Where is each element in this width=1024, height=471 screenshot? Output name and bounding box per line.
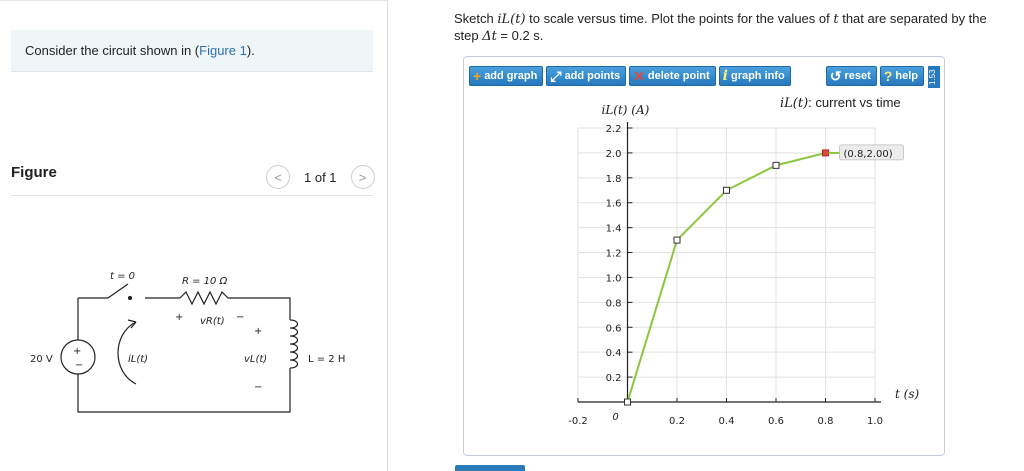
panel-divider <box>387 0 388 471</box>
selected-data-point[interactable] <box>822 149 829 157</box>
graph-info-label: graph info <box>730 70 785 82</box>
y-axis-label: iL(t) (A) <box>602 103 650 117</box>
x-tick-label: 0.4 <box>719 416 735 427</box>
current-vs-time-chart[interactable]: 0.2 0.4 0.6 0.8 1.0 1.2 1.4 1.6 1.8 2.0 2.2 -0.2 0 0.… <box>463 88 945 448</box>
data-point[interactable] <box>624 398 631 406</box>
x-tick-label: -0.2 <box>568 416 588 427</box>
add-points-icon: ⤢ <box>550 68 562 84</box>
add-points-label: add points <box>564 70 621 82</box>
info-icon: i <box>722 68 728 84</box>
intro-text: Consider the circuit shown in (Figure 1)… <box>11 30 373 72</box>
prompt-step: Δt <box>482 29 497 44</box>
figure-link[interactable]: Figure 1 <box>199 43 247 58</box>
point-label: (0.8,2.00) <box>844 149 893 160</box>
current-label: iL(t) <box>128 354 148 365</box>
source-plus: + <box>73 346 81 357</box>
y-tick-label: 0.8 <box>606 298 622 309</box>
prompt-part-1: Sketch <box>454 11 498 26</box>
switch-label: t = 0 <box>110 271 135 282</box>
chart-ticks: 0.2 0.4 0.6 0.8 1.0 1.2 1.4 1.6 1.8 2.0 2.2 -0.2 0 0.… <box>568 124 883 427</box>
chart-labels: iL(t) (A) t (s) (0.8,2.00) <box>602 103 920 401</box>
vr-plus: + <box>175 312 183 323</box>
data-point[interactable] <box>772 161 780 169</box>
figure-nav: < 1 of 1 > <box>266 165 375 189</box>
source-minus: − <box>75 360 83 371</box>
add-points-button[interactable]: ⤢ add points <box>546 66 627 86</box>
vl-label: vL(t) <box>244 354 267 365</box>
x-axis-label: t (s) <box>895 387 919 401</box>
x-tick-label: 0 <box>612 412 618 423</box>
help-icon: ? <box>883 68 893 84</box>
left-panel: Consider the circuit shown in (Figure 1)… <box>0 0 387 471</box>
reset-icon: ↺ <box>829 68 842 84</box>
y-tick-label: 1.8 <box>606 174 622 185</box>
circuit-diagram: t = 0 R = 10 Ω + vR(t) − + − 20 V iL(t) … <box>30 271 345 413</box>
top-divider <box>0 0 387 1</box>
prev-figure-button[interactable]: < <box>266 165 290 189</box>
next-figure-button[interactable]: > <box>350 165 375 189</box>
chart-axes <box>578 122 881 403</box>
data-point[interactable] <box>673 236 681 244</box>
graph-toolbar: + add graph ⤢ add points ✕ delete point i gr… <box>469 66 941 88</box>
prompt-part-4: = 0.2 s. <box>496 28 544 43</box>
intro-suffix: ). <box>246 43 255 58</box>
y-tick-label: 1.4 <box>606 224 622 235</box>
y-tick-label: 1.0 <box>606 273 622 284</box>
add-graph-button[interactable]: + add graph <box>469 66 544 86</box>
vl-minus: − <box>254 382 262 393</box>
reset-button[interactable]: ↺ reset <box>825 66 877 86</box>
x-tick-label: 0.6 <box>768 416 784 427</box>
prompt-part-2: to scale versus time. Plot the points fo… <box>525 11 834 26</box>
question-prompt: Sketch iL(t) to scale versus time. Plot … <box>454 11 1014 45</box>
submit-button[interactable] <box>455 465 525 471</box>
delete-icon: ✕ <box>633 68 645 84</box>
y-tick-label: 2.2 <box>606 124 622 135</box>
data-point[interactable] <box>723 186 730 194</box>
prompt-variable: iL(t) <box>497 12 526 27</box>
figure-count: 1 of 1 <box>304 169 337 185</box>
figure-title: Figure <box>11 164 57 181</box>
chart-grid <box>577 127 876 402</box>
x-tick-label: 0.2 <box>669 416 685 427</box>
graph-info-button[interactable]: i graph info <box>718 66 791 86</box>
reset-label: reset <box>844 70 871 82</box>
intro-prefix: Consider the circuit shown in ( <box>25 43 200 58</box>
resistor-label: R = 10 Ω <box>182 276 228 287</box>
y-tick-label: 2.0 <box>606 149 622 160</box>
add-graph-label: add graph <box>484 70 538 82</box>
delete-point-button[interactable]: ✕ delete point <box>629 66 716 86</box>
plus-icon: + <box>473 68 482 84</box>
vr-minus: − <box>236 312 244 323</box>
help-button[interactable]: ? help <box>879 66 924 86</box>
inductor-label: L = 2 H <box>308 354 345 365</box>
delete-point-label: delete point <box>647 70 710 82</box>
y-tick-label: 0.2 <box>606 373 622 384</box>
y-tick-label: 1.2 <box>606 249 622 260</box>
x-tick-label: 1.0 <box>867 416 883 427</box>
vr-label: vR(t) <box>200 316 225 327</box>
x-tick-label: 0.8 <box>818 416 834 427</box>
y-tick-label: 0.4 <box>606 348 622 359</box>
y-tick-label: 1.6 <box>606 199 622 210</box>
y-tick-label: 0.6 <box>606 323 622 334</box>
vl-plus: + <box>254 326 262 337</box>
help-label: help <box>895 70 918 82</box>
source-label: 20 V <box>30 354 53 365</box>
version-number: 1.53 <box>928 66 940 88</box>
figure-divider <box>11 195 373 196</box>
